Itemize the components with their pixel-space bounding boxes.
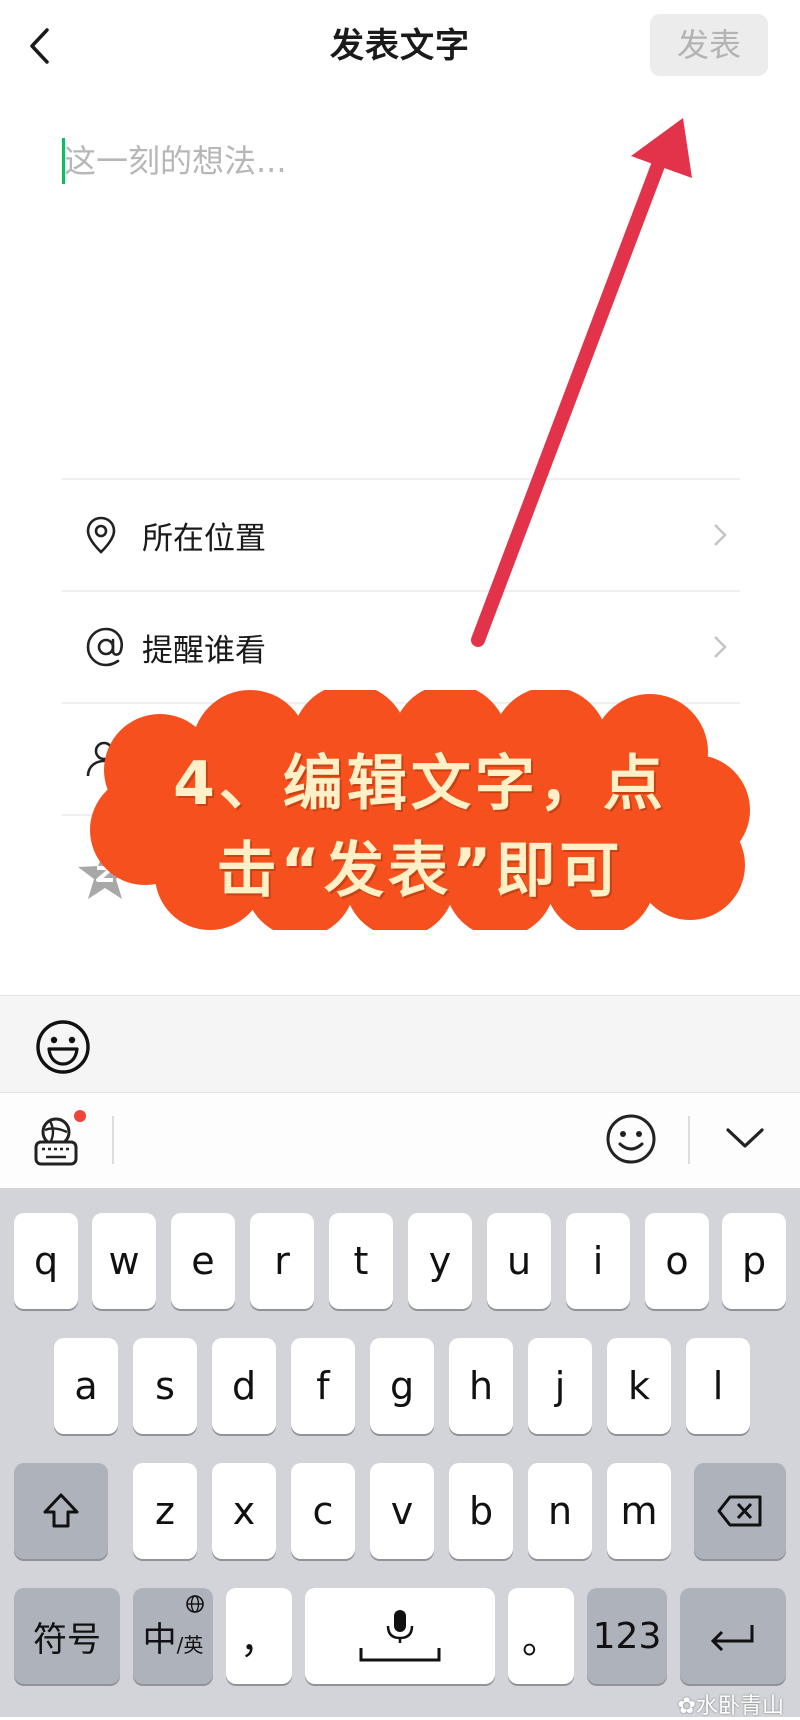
- key-label: q: [33, 1239, 59, 1283]
- key-c[interactable]: c: [291, 1463, 355, 1559]
- key-m[interactable]: m: [607, 1463, 671, 1559]
- key-label: z: [155, 1489, 175, 1533]
- location-pin-icon: [62, 480, 142, 590]
- shift-arrow-icon: [43, 1493, 79, 1528]
- key-q[interactable]: q: [14, 1213, 78, 1309]
- chevron-down-icon[interactable]: [720, 1118, 770, 1158]
- comma-key[interactable]: ，: [226, 1588, 292, 1684]
- key-i[interactable]: i: [566, 1213, 630, 1309]
- key-label: a: [74, 1364, 98, 1408]
- chevron-right-icon: [700, 592, 740, 702]
- key-label: t: [353, 1239, 369, 1283]
- key-label: k: [627, 1364, 650, 1408]
- key-j[interactable]: j: [528, 1338, 592, 1434]
- key-h[interactable]: h: [449, 1338, 513, 1434]
- keyboard: q w e r t y u i o p a s d f g h j k l z …: [0, 1188, 800, 1717]
- key-t[interactable]: t: [329, 1213, 393, 1309]
- return-key[interactable]: [680, 1588, 786, 1684]
- chevron-right-icon: [700, 480, 740, 590]
- key-label: m: [620, 1489, 658, 1533]
- key-label: f: [316, 1364, 330, 1408]
- key-w[interactable]: w: [92, 1213, 156, 1309]
- watermark-text: 水卧青山: [695, 1694, 784, 1719]
- key-label: l: [712, 1364, 724, 1408]
- space-key[interactable]: [305, 1588, 495, 1684]
- option-location-label: 所在位置: [142, 520, 266, 557]
- key-f[interactable]: f: [291, 1338, 355, 1434]
- key-label: ，: [239, 1617, 278, 1662]
- key-e[interactable]: e: [171, 1213, 235, 1309]
- publish-button[interactable]: 发表: [650, 14, 768, 76]
- shift-key[interactable]: [14, 1463, 108, 1559]
- key-label: 中: [142, 1619, 177, 1660]
- key-l[interactable]: l: [686, 1338, 750, 1434]
- keyboard-toolbar: [0, 1092, 800, 1189]
- key-x[interactable]: x: [212, 1463, 276, 1559]
- key-label: g: [389, 1364, 415, 1408]
- option-location[interactable]: 所在位置: [62, 480, 740, 590]
- numbers-key[interactable]: 123: [587, 1588, 667, 1684]
- key-sublabel: /英: [176, 1632, 204, 1657]
- toolbar-separator: [112, 1116, 114, 1164]
- return-arrow-icon: [710, 1625, 754, 1651]
- symbols-key[interactable]: 符号: [14, 1588, 120, 1684]
- key-label: n: [547, 1489, 573, 1533]
- key-s[interactable]: s: [133, 1338, 197, 1434]
- key-label: y: [428, 1239, 452, 1283]
- key-label: u: [506, 1239, 532, 1283]
- key-label: x: [232, 1489, 256, 1533]
- key-label: c: [312, 1489, 334, 1533]
- option-remind[interactable]: 提醒谁看: [62, 592, 740, 702]
- globe-icon: [186, 1595, 204, 1613]
- key-z[interactable]: z: [133, 1463, 197, 1559]
- paw-icon: ✿: [677, 1694, 696, 1719]
- period-key[interactable]: 。: [508, 1588, 574, 1684]
- key-k[interactable]: k: [607, 1338, 671, 1434]
- key-label: 符号: [33, 1619, 101, 1660]
- key-y[interactable]: y: [408, 1213, 472, 1309]
- at-sign-icon: [62, 592, 142, 702]
- option-remind-label: 提醒谁看: [142, 632, 266, 669]
- key-o[interactable]: o: [645, 1213, 709, 1309]
- key-u[interactable]: u: [487, 1213, 551, 1309]
- smiley-icon[interactable]: [34, 1018, 92, 1076]
- key-n[interactable]: n: [528, 1463, 592, 1559]
- key-label: o: [665, 1239, 689, 1283]
- annotation-text-line2: 击“发表”即可: [216, 836, 624, 906]
- key-label: d: [231, 1364, 257, 1408]
- key-d[interactable]: d: [212, 1338, 276, 1434]
- key-label: v: [390, 1489, 414, 1533]
- key-label: r: [274, 1239, 290, 1283]
- key-label: i: [592, 1239, 604, 1283]
- key-label: b: [468, 1489, 494, 1533]
- key-g[interactable]: g: [370, 1338, 434, 1434]
- key-a[interactable]: a: [54, 1338, 118, 1434]
- emoji-icon[interactable]: [604, 1112, 658, 1166]
- post-text-input[interactable]: [62, 132, 704, 432]
- key-label: w: [108, 1239, 140, 1283]
- key-v[interactable]: v: [370, 1463, 434, 1559]
- language-switch-key[interactable]: 中 /英: [133, 1588, 213, 1684]
- delete-key[interactable]: [694, 1463, 786, 1559]
- toolbar-separator: [688, 1116, 690, 1164]
- key-label: s: [155, 1364, 175, 1408]
- microphone-icon: [359, 1610, 441, 1662]
- key-p[interactable]: p: [722, 1213, 786, 1309]
- emoji-strip: [0, 995, 800, 1093]
- key-label: j: [554, 1364, 566, 1408]
- watermark: ✿水卧青山: [678, 1688, 784, 1720]
- key-r[interactable]: r: [250, 1213, 314, 1309]
- notification-dot: [74, 1110, 86, 1122]
- key-label: e: [191, 1239, 215, 1283]
- annotation-text-line1: 4、编辑文字，点: [173, 749, 667, 819]
- key-label: 。: [521, 1617, 560, 1662]
- key-b[interactable]: b: [449, 1463, 513, 1559]
- key-label: h: [468, 1364, 494, 1408]
- key-label: 123: [592, 1615, 662, 1657]
- key-label: p: [741, 1239, 767, 1283]
- backspace-icon: [717, 1495, 762, 1527]
